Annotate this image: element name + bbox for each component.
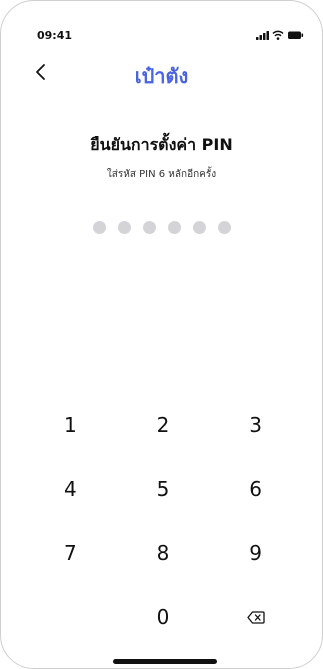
pin-dots xyxy=(1,221,322,235)
pin-dot xyxy=(192,221,206,234)
delete-button[interactable] xyxy=(209,585,302,649)
battery-icon xyxy=(288,31,304,39)
pin-dot xyxy=(142,221,156,234)
confirm-pin-subtitle: ใส่รหัส PIN 6 หลักอีกครั้ง xyxy=(106,169,217,180)
key-0[interactable]: 0 xyxy=(117,585,210,649)
key-8[interactable]: 8 xyxy=(117,521,210,585)
numeric-keypad: 1 2 3 4 5 6 7 8 9 0 xyxy=(24,393,302,649)
status-bar: 09:41 xyxy=(1,1,322,57)
home-indicator xyxy=(113,659,217,664)
signal-icon xyxy=(256,31,269,40)
pin-dot xyxy=(92,221,106,234)
key-4[interactable]: 4 xyxy=(24,457,117,521)
key-5[interactable]: 5 xyxy=(117,457,210,521)
key-2[interactable]: 2 xyxy=(117,393,210,457)
phone-screen: 09:41 เป๋าตัง ยืนยันการตั้งค่า PIN ใส่รห… xyxy=(0,0,323,669)
backspace-icon xyxy=(247,610,265,624)
key-9[interactable]: 9 xyxy=(209,521,302,585)
status-time: 09:41 xyxy=(37,29,73,42)
wifi-icon xyxy=(272,30,284,40)
header: เป๋าตัง xyxy=(1,57,322,91)
pin-dot xyxy=(167,221,181,234)
pin-dot xyxy=(117,221,131,234)
confirm-pin-title: ยืนยันการตั้งค่า PIN xyxy=(90,135,233,154)
pin-dot xyxy=(217,221,231,234)
key-7[interactable]: 7 xyxy=(24,521,117,585)
key-3[interactable]: 3 xyxy=(209,393,302,457)
key-1[interactable]: 1 xyxy=(24,393,117,457)
key-empty xyxy=(24,585,117,649)
page-title: เป๋าตัง xyxy=(134,64,189,88)
key-6[interactable]: 6 xyxy=(209,457,302,521)
status-icons xyxy=(256,29,304,41)
